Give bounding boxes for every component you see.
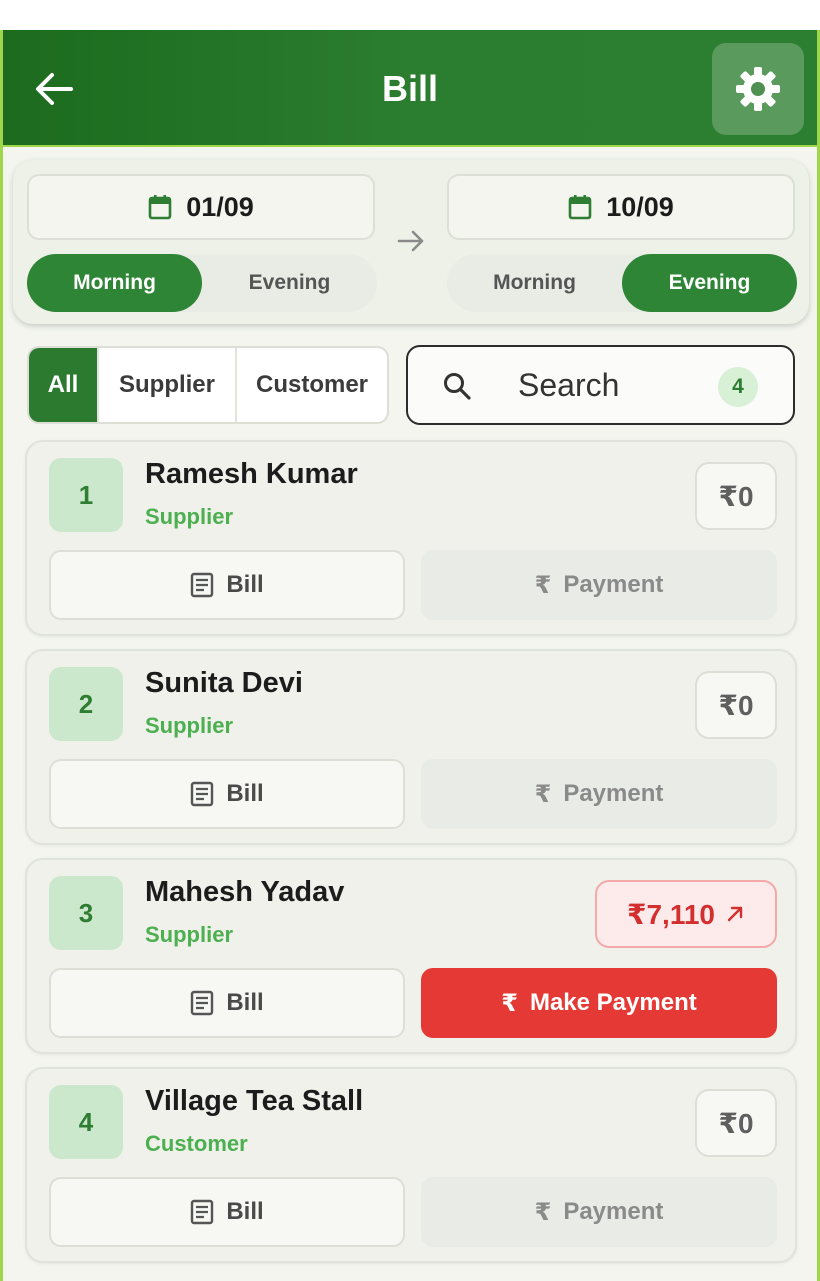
payment-label: Make Payment	[529, 989, 697, 1016]
party-role: Customer	[145, 1131, 248, 1156]
rupee-icon: ₹	[534, 1198, 552, 1226]
payment-label: Payment	[563, 1198, 664, 1225]
date-range-card: 01/09 10/09 Morning Evening Morning Even…	[13, 160, 809, 324]
app-screen: Bill 01/09 10/09 Morning Evening Morning…	[0, 30, 820, 1281]
bill-label: Bill	[226, 571, 264, 598]
gear-icon	[736, 67, 780, 111]
rupee-icon: ₹	[534, 780, 552, 808]
index-badge: 1	[49, 458, 123, 532]
list-item: 1 Ramesh Kumar Supplier ₹0 Bill ₹ Paymen…	[25, 440, 797, 636]
index-badge: 4	[49, 1085, 123, 1159]
balance-amount: ₹0	[695, 671, 777, 739]
party-name: Village Tea Stall	[145, 1085, 364, 1117]
bill-label: Bill	[226, 989, 264, 1016]
list-item: 4 Village Tea Stall Customer ₹0 Bill ₹ P…	[25, 1067, 797, 1263]
from-evening-option[interactable]: Evening	[202, 254, 377, 312]
calendar-icon	[568, 195, 592, 220]
search-icon	[444, 373, 471, 400]
arrow-right-icon	[397, 230, 424, 252]
app-bar: Bill	[3, 30, 817, 147]
document-icon	[191, 990, 214, 1016]
bill-label: Bill	[226, 780, 264, 807]
party-role: Supplier	[145, 922, 234, 947]
filter-supplier[interactable]: Supplier	[99, 348, 237, 422]
bill-button[interactable]: Bill	[49, 550, 405, 620]
bill-button[interactable]: Bill	[49, 968, 405, 1038]
payment-label: Payment	[563, 571, 664, 598]
party-name: Ramesh Kumar	[145, 458, 358, 490]
balance-amount: ₹0	[695, 462, 777, 530]
party-role: Supplier	[145, 504, 234, 529]
type-filter: All Supplier Customer	[27, 346, 389, 424]
document-icon	[191, 781, 214, 807]
index-badge: 3	[49, 876, 123, 950]
arrow-up-right-icon	[727, 906, 743, 922]
search-placeholder: Search	[518, 367, 620, 403]
search-input[interactable]: Search 4	[406, 345, 795, 425]
to-morning-option[interactable]: Morning	[447, 254, 622, 312]
calendar-icon	[148, 195, 172, 220]
due-amount-value: ₹7,110	[626, 898, 715, 930]
settings-button[interactable]	[712, 43, 804, 135]
payment-label: Payment	[563, 780, 664, 807]
payment-button[interactable]: ₹ Payment	[421, 550, 777, 620]
document-icon	[191, 1199, 214, 1225]
balance-amount: ₹0	[695, 1089, 777, 1157]
index-badge: 2	[49, 667, 123, 741]
to-evening-option[interactable]: Evening	[622, 254, 797, 312]
party-role: Supplier	[145, 713, 234, 738]
to-date-value: 10/09	[606, 191, 674, 222]
list-item: 2 Sunita Devi Supplier ₹0 Bill ₹ Payment	[25, 649, 797, 845]
list-item: 3 Mahesh Yadav Supplier ₹7,110 Bill ₹ Ma…	[25, 858, 797, 1054]
to-date-picker[interactable]: 10/09	[447, 174, 795, 240]
from-shift-toggle: Morning Evening	[27, 254, 377, 312]
document-icon	[191, 572, 214, 598]
balance-amount: ₹7,110	[595, 880, 777, 948]
filter-customer[interactable]: Customer	[237, 348, 387, 422]
party-name: Sunita Devi	[145, 667, 303, 699]
page-title: Bill	[381, 68, 438, 109]
from-date-value: 01/09	[186, 191, 254, 222]
make-payment-button[interactable]: ₹ Make Payment	[421, 968, 777, 1038]
from-date-picker[interactable]: 01/09	[27, 174, 375, 240]
result-count-badge: 4	[718, 367, 758, 407]
payment-button[interactable]: ₹ Payment	[421, 1177, 777, 1247]
bill-label: Bill	[226, 1198, 264, 1225]
payment-button[interactable]: ₹ Payment	[421, 759, 777, 829]
rupee-icon: ₹	[501, 989, 518, 1017]
to-shift-toggle: Morning Evening	[447, 254, 797, 312]
bill-button[interactable]: Bill	[49, 1177, 405, 1247]
from-morning-option[interactable]: Morning	[27, 254, 202, 312]
rupee-icon: ₹	[534, 571, 552, 599]
bill-button[interactable]: Bill	[49, 759, 405, 829]
filter-all[interactable]: All	[29, 348, 99, 422]
party-name: Mahesh Yadav	[145, 876, 345, 908]
